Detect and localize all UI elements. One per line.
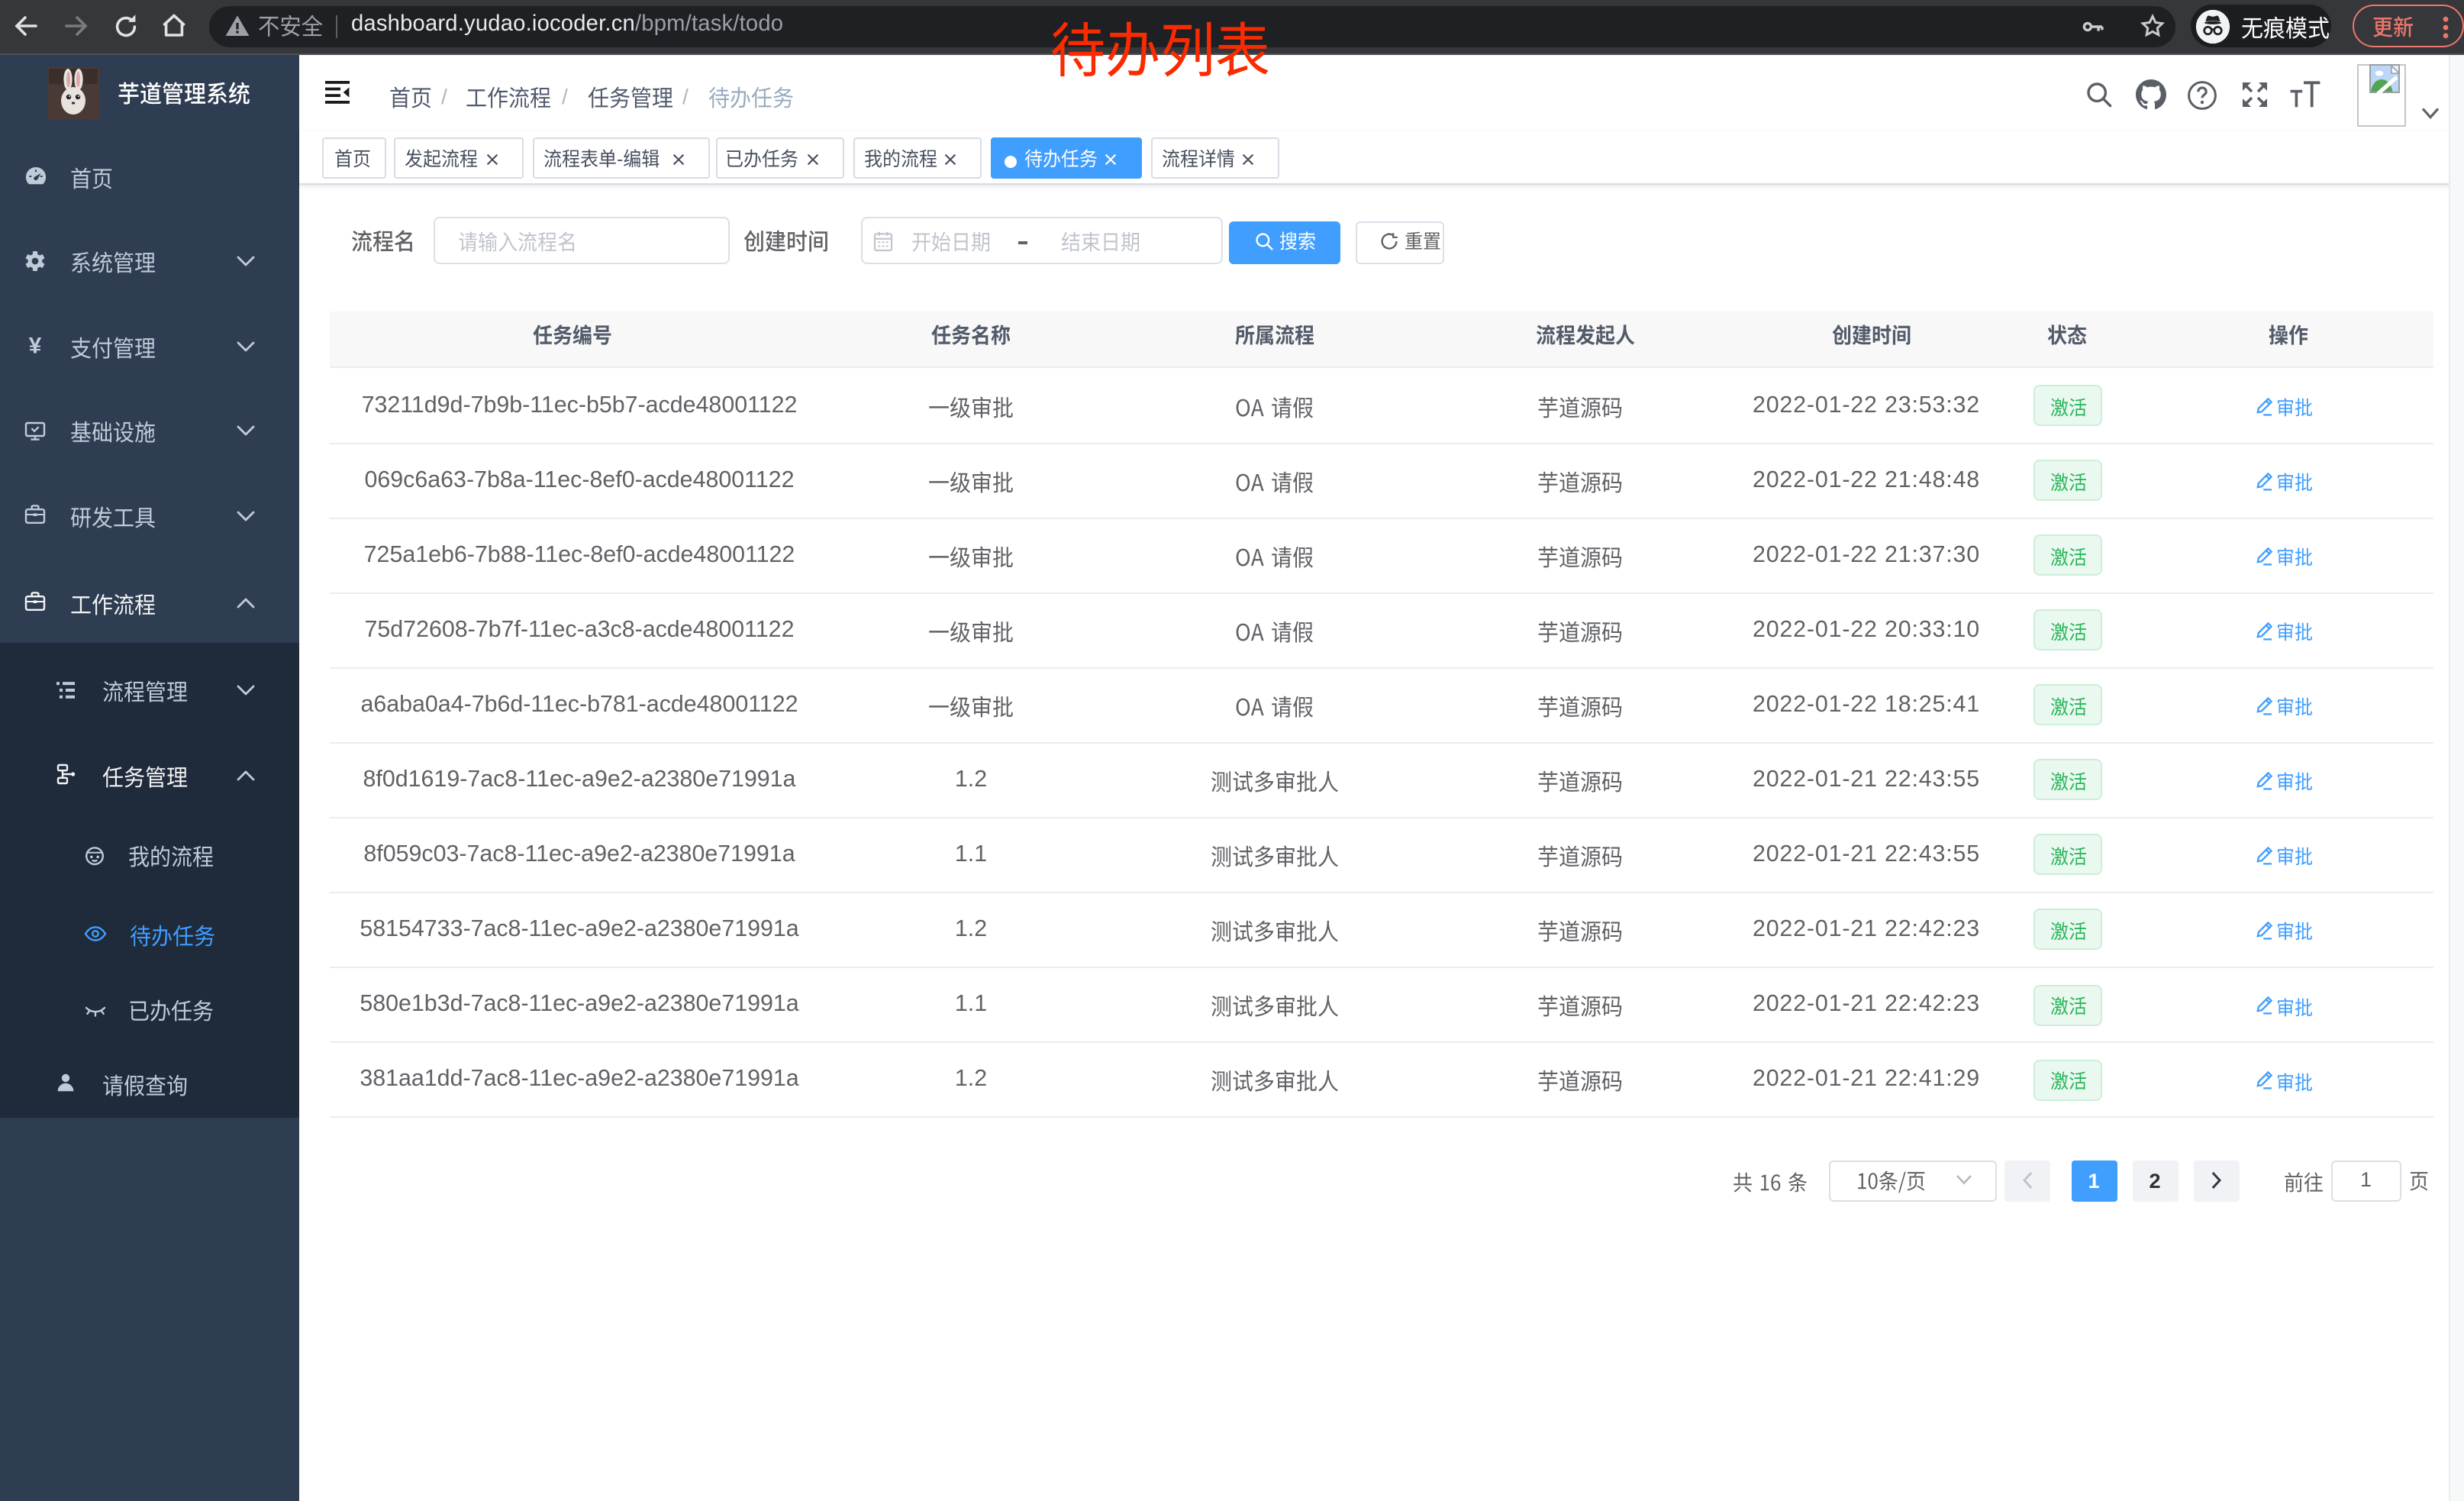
svg-text:¥: ¥ bbox=[28, 334, 41, 356]
